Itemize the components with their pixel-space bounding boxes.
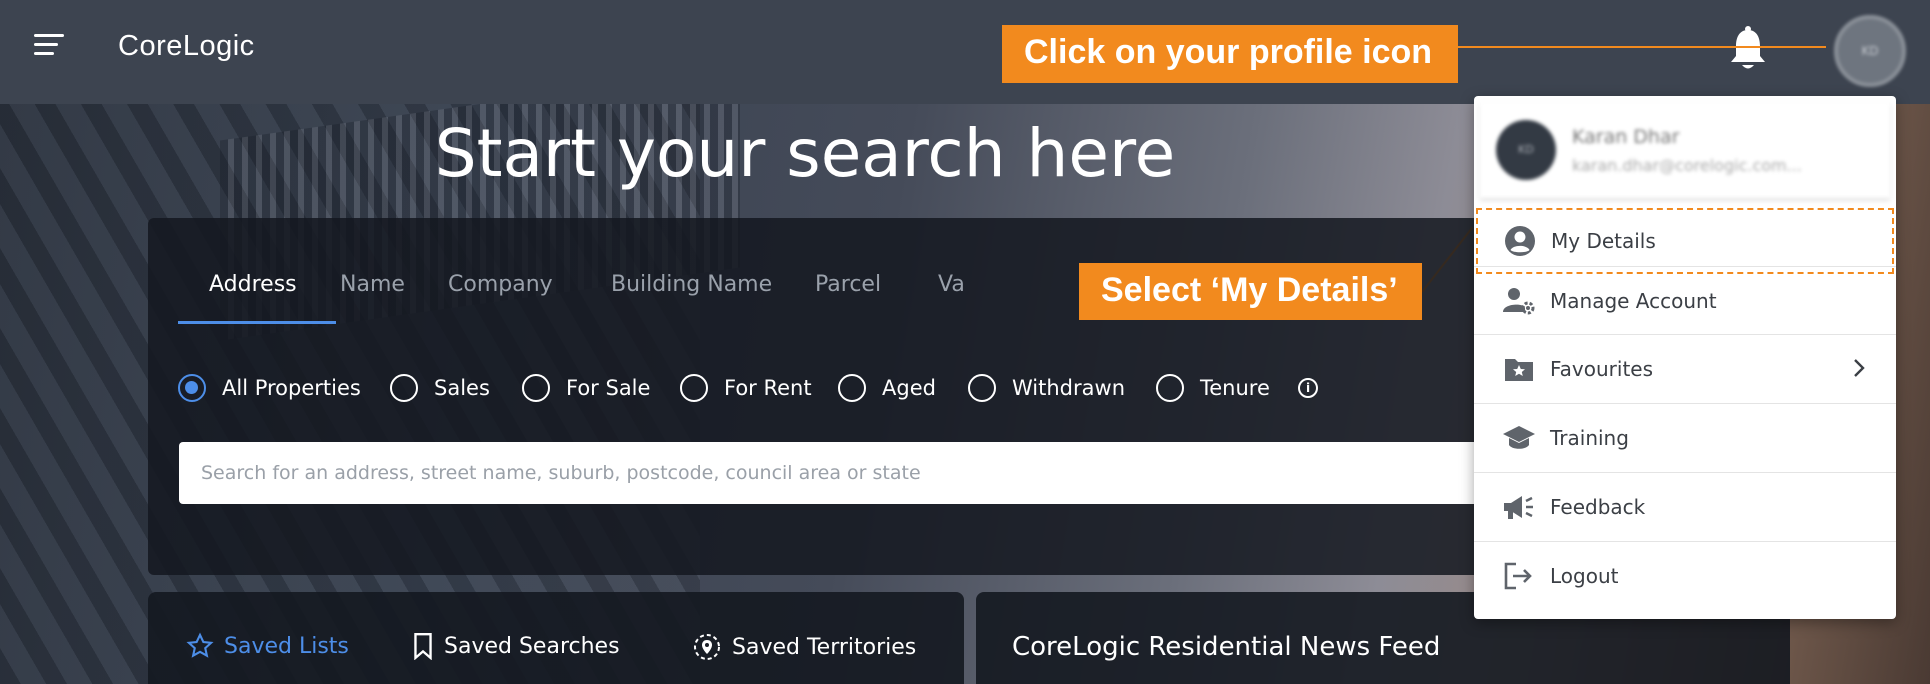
logout-icon <box>1502 559 1536 593</box>
tab-saved-territories[interactable]: Saved Territories <box>692 632 916 662</box>
account-circle-icon <box>1503 224 1537 258</box>
radio-withdrawn[interactable]: Withdrawn <box>968 374 1125 402</box>
menu-item-training[interactable]: Training <box>1474 403 1896 471</box>
top-header: CoreLogic KD <box>0 0 1930 104</box>
news-feed-title: CoreLogic Residential News Feed <box>1012 632 1441 662</box>
radio-dot <box>838 374 866 402</box>
user-settings-icon <box>1502 284 1536 318</box>
tab-building-name[interactable]: Building Name <box>611 272 772 297</box>
active-tab-indicator <box>178 321 336 324</box>
dropdown-user-card: KD Karan Dhar karan.dhar@corelogic.com..… <box>1480 102 1890 198</box>
menu-item-label: Logout <box>1550 563 1619 588</box>
tab-label: Saved Territories <box>732 634 917 660</box>
hamburger-menu-icon[interactable] <box>34 34 64 58</box>
annotation-callout-details: Select ‘My Details’ <box>1079 263 1422 320</box>
menu-item-label: Favourites <box>1550 356 1654 381</box>
menu-item-label: Manage Account <box>1550 288 1717 313</box>
megaphone-icon <box>1502 490 1536 524</box>
tab-address[interactable]: Address <box>209 272 297 297</box>
radio-label: Withdrawn <box>1012 376 1125 400</box>
radio-dot <box>390 374 418 402</box>
radio-dot <box>178 374 206 402</box>
menu-item-feedback[interactable]: Feedback <box>1474 472 1896 540</box>
menu-item-label: Training <box>1550 425 1629 450</box>
radio-aged[interactable]: Aged <box>838 374 936 402</box>
tab-valuation[interactable]: Va <box>938 272 965 297</box>
menu-item-logout[interactable]: Logout <box>1474 541 1896 609</box>
menu-item-favourites[interactable]: Favourites <box>1474 334 1896 402</box>
tab-name[interactable]: Name <box>340 272 405 297</box>
menu-item-label: Feedback <box>1550 494 1646 519</box>
tab-saved-searches[interactable]: Saved Searches <box>412 632 620 660</box>
radio-dot <box>680 374 708 402</box>
radio-label: For Sale <box>566 376 651 400</box>
profile-avatar-button[interactable]: KD <box>1834 15 1906 87</box>
callout-line-profile <box>1458 46 1826 48</box>
tab-label: Saved Lists <box>224 633 349 659</box>
search-input[interactable] <box>179 442 1659 504</box>
menu-item-label: My Details <box>1551 229 1656 253</box>
radio-label: Tenure <box>1200 376 1270 400</box>
search-panel: Address Name Company Building Name Parce… <box>148 218 1688 575</box>
saved-items-card: Saved Lists Saved Searches Saved Territo… <box>148 592 964 684</box>
dropdown-avatar: KD <box>1496 120 1556 180</box>
annotation-callout-profile: Click on your profile icon <box>1002 25 1458 83</box>
tab-parcel[interactable]: Parcel <box>815 272 881 297</box>
user-email: karan.dhar@corelogic.com... <box>1572 156 1802 175</box>
graduation-cap-icon <box>1502 421 1536 455</box>
radio-for-sale[interactable]: For Sale <box>522 374 650 402</box>
folder-star-icon <box>1502 352 1536 386</box>
bell-icon[interactable] <box>1728 26 1768 72</box>
chevron-right-icon <box>1854 359 1865 377</box>
avatar-initials: KD <box>1861 44 1879 58</box>
profile-dropdown-menu: KD Karan Dhar karan.dhar@corelogic.com..… <box>1474 96 1896 619</box>
star-icon <box>186 632 214 658</box>
menu-item-manage-account[interactable]: Manage Account <box>1474 266 1896 334</box>
user-name: Karan Dhar <box>1572 126 1680 148</box>
radio-label: Aged <box>882 376 936 400</box>
radio-dot <box>522 374 550 402</box>
radio-all-properties[interactable]: All Properties <box>178 374 361 402</box>
brand-logo[interactable]: CoreLogic <box>118 30 255 63</box>
radio-label: All Properties <box>222 376 361 400</box>
tab-company[interactable]: Company <box>448 272 553 297</box>
radio-label: Sales <box>434 376 490 400</box>
radio-label: For Rent <box>724 376 812 400</box>
radio-for-rent[interactable]: For Rent <box>680 374 812 402</box>
tab-saved-lists[interactable]: Saved Lists <box>186 632 349 660</box>
radio-tenure[interactable]: Tenure <box>1156 374 1270 402</box>
bookmark-icon <box>414 632 432 660</box>
radio-dot <box>1156 374 1184 402</box>
radio-sales[interactable]: Sales <box>390 374 490 402</box>
tab-label: Saved Searches <box>444 633 620 659</box>
radio-dot <box>968 374 996 402</box>
info-icon[interactable]: i <box>1298 378 1318 398</box>
menu-item-my-details[interactable]: My Details <box>1475 207 1895 275</box>
territory-pin-icon <box>694 634 720 660</box>
